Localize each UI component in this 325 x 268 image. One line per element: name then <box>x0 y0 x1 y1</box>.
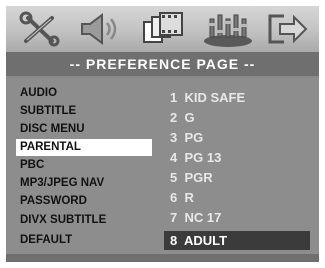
menu-item-subtitle[interactable]: SUBTITLE <box>20 103 152 120</box>
menu-item-divx-subtitle[interactable]: DIVX SUBTITLE <box>20 212 152 229</box>
parental-options: 1 KID SAFE 2 G 3 PG 4 PG 13 5 PGR 6 R 7 … <box>158 78 319 254</box>
menu-item-mp3-jpeg-nav[interactable]: MP3/JPEG NAV <box>20 175 152 192</box>
option-nc-17[interactable]: 7 NC 17 <box>170 208 310 227</box>
wrench-screwdriver-icon[interactable] <box>14 10 66 48</box>
preferences-icon[interactable] <box>202 10 254 48</box>
menu-item-parental[interactable]: PARENTAL <box>16 139 152 156</box>
option-pg-13[interactable]: 4 PG 13 <box>170 148 310 167</box>
osd-screen: -- PREFERENCE PAGE -- AUDIO SUBTITLE DIS… <box>6 6 319 262</box>
video-frames-icon[interactable] <box>138 10 190 48</box>
menu-item-disc-menu[interactable]: DISC MENU <box>20 121 152 138</box>
exit-arrow-icon[interactable] <box>262 10 314 48</box>
footer-bar <box>6 254 319 262</box>
menu-item-audio[interactable]: AUDIO <box>20 85 152 102</box>
menu-item-password[interactable]: PASSWORD <box>20 193 152 210</box>
page-title: -- PREFERENCE PAGE -- <box>6 52 319 76</box>
speaker-icon[interactable] <box>74 10 126 48</box>
menu-item-pbc[interactable]: PBC <box>20 157 152 174</box>
preference-menu: AUDIO SUBTITLE DISC MENU PARENTAL PBC MP… <box>6 78 158 254</box>
menu-item-default[interactable]: DEFAULT <box>20 232 152 249</box>
option-kid-safe[interactable]: 1 KID SAFE <box>170 88 310 107</box>
option-g[interactable]: 2 G <box>170 108 310 127</box>
option-pg[interactable]: 3 PG <box>170 128 310 147</box>
option-r[interactable]: 6 R <box>170 188 310 207</box>
top-icon-bar <box>6 6 319 52</box>
option-adult[interactable]: 8 ADULT <box>164 231 310 250</box>
settings-panel: AUDIO SUBTITLE DISC MENU PARENTAL PBC MP… <box>6 78 319 254</box>
option-pgr[interactable]: 5 PGR <box>170 168 310 187</box>
